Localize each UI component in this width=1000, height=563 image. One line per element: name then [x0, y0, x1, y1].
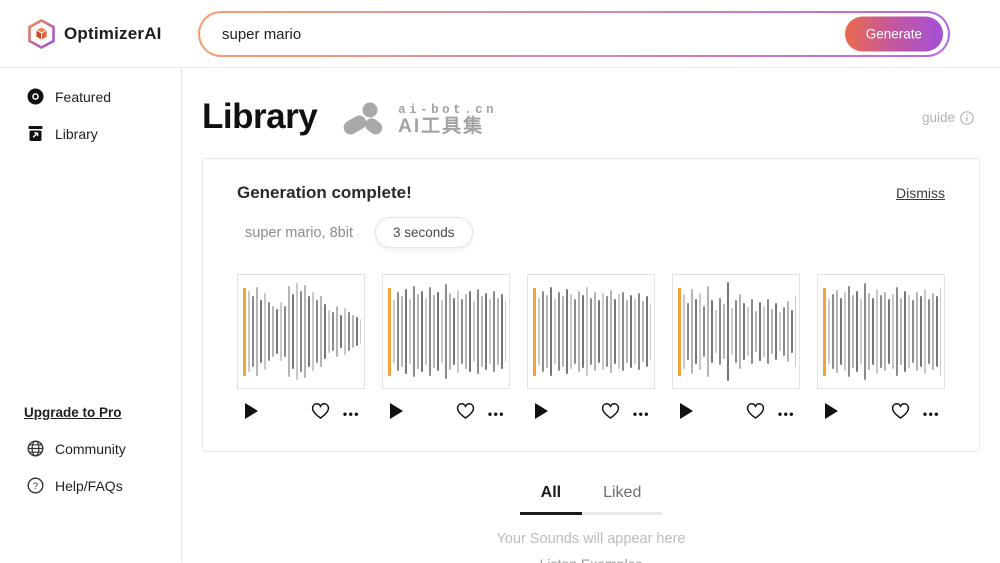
library-tabs: All Liked: [535, 484, 648, 512]
sidebar-item-label: Featured: [55, 89, 111, 105]
sidebar-item-featured[interactable]: Featured: [0, 78, 181, 115]
playhead-marker: [243, 288, 246, 376]
waveform: [683, 275, 796, 388]
play-button[interactable]: [245, 403, 258, 419]
like-button[interactable]: [746, 402, 765, 420]
tab-all[interactable]: All: [535, 484, 567, 512]
tile-controls: •••: [237, 401, 365, 421]
watermark-logo-icon: [343, 102, 389, 140]
waveform: [248, 275, 361, 388]
sidebar-item-help[interactable]: ? Help/FAQs: [0, 467, 181, 504]
playhead-marker: [823, 288, 826, 376]
question-circle-icon: ?: [27, 477, 44, 494]
watermark-cjk: AI工具集: [398, 117, 497, 138]
sidebar-item-library[interactable]: Library: [0, 115, 181, 152]
page-title: Library: [202, 97, 317, 137]
play-button[interactable]: [825, 403, 838, 419]
brand[interactable]: OptimizerAI: [28, 19, 162, 49]
guide-label: guide: [922, 110, 955, 125]
empty-state-text: Your Sounds will appear here: [497, 531, 686, 547]
waveform: [538, 275, 651, 388]
waveform: [393, 275, 506, 388]
tab-underline: [520, 512, 662, 515]
sidebar-item-label: Help/FAQs: [55, 478, 123, 494]
tab-underline-rest: [582, 512, 662, 515]
watermark: ai-bot.cn AI工具集: [343, 102, 497, 140]
sidebar-item-label: Community: [55, 441, 126, 457]
waveform-tile[interactable]: [237, 274, 365, 389]
heart-icon: [601, 402, 620, 420]
listen-examples-link[interactable]: Listen Examples: [540, 556, 643, 563]
more-options-button[interactable]: •••: [488, 402, 505, 420]
play-button[interactable]: [535, 403, 548, 419]
tab-underline-active: [520, 512, 582, 515]
sound-tile: •••: [237, 274, 365, 421]
playhead-marker: [678, 288, 681, 376]
duration-badge: 3 seconds: [375, 217, 473, 248]
more-options-button[interactable]: •••: [633, 402, 650, 420]
tiles-row: ••• ••• ••• ••• •••: [237, 274, 945, 421]
heart-icon: [456, 402, 475, 420]
svg-text:?: ?: [33, 481, 38, 492]
waveform-tile[interactable]: [817, 274, 945, 389]
heart-icon: [891, 402, 910, 420]
prompt-searchbar: Generate: [198, 11, 950, 57]
more-options-button[interactable]: •••: [923, 402, 940, 420]
prompt-input[interactable]: [200, 26, 948, 43]
like-button[interactable]: [891, 402, 910, 420]
sound-tile: •••: [817, 274, 945, 421]
playhead-marker: [388, 288, 391, 376]
like-button[interactable]: [456, 402, 475, 420]
globe-icon: [27, 440, 44, 457]
waveform-tile[interactable]: [672, 274, 800, 389]
tile-controls: •••: [382, 401, 510, 421]
sidebar-item-community[interactable]: Community: [0, 430, 181, 467]
top-header: OptimizerAI Generate: [0, 0, 1000, 68]
like-button[interactable]: [601, 402, 620, 420]
heart-icon: [311, 402, 330, 420]
sidebar-spacer: [0, 152, 181, 397]
sound-tile: •••: [672, 274, 800, 421]
tile-controls: •••: [527, 401, 655, 421]
play-button[interactable]: [390, 403, 403, 419]
main-panel: Library ai-bot.cn AI工具集 guide: [182, 68, 1000, 562]
tile-controls: •••: [672, 401, 800, 421]
upgrade-to-pro-link[interactable]: Upgrade to Pro: [0, 397, 181, 430]
play-button[interactable]: [680, 403, 693, 419]
brand-name: OptimizerAI: [64, 24, 162, 44]
generation-status: Generation complete!: [237, 183, 412, 203]
prompt-summary: super mario, 8bit: [245, 225, 353, 241]
generation-card: Generation complete! Dismiss super mario…: [202, 158, 980, 452]
featured-disc-icon: [27, 88, 44, 105]
sidebar: Featured Library Upgrade to Pro Communit…: [0, 68, 182, 562]
waveform-tile[interactable]: [382, 274, 510, 389]
waveform: [828, 275, 941, 388]
guide-link[interactable]: guide: [922, 110, 974, 125]
sound-tile: •••: [382, 274, 510, 421]
library-box-icon: [27, 125, 44, 142]
sidebar-item-label: Library: [55, 126, 98, 142]
waveform-tile[interactable]: [527, 274, 655, 389]
tab-liked[interactable]: Liked: [597, 484, 647, 512]
brand-logo-icon: [28, 19, 55, 49]
more-options-button[interactable]: •••: [343, 402, 360, 420]
sound-tile: •••: [527, 274, 655, 421]
like-button[interactable]: [311, 402, 330, 420]
tile-controls: •••: [817, 401, 945, 421]
generate-button[interactable]: Generate: [845, 17, 943, 52]
more-options-button[interactable]: •••: [778, 402, 795, 420]
playhead-marker: [533, 288, 536, 376]
dismiss-link[interactable]: Dismiss: [896, 185, 945, 201]
heart-icon: [746, 402, 765, 420]
info-icon: [960, 111, 974, 125]
